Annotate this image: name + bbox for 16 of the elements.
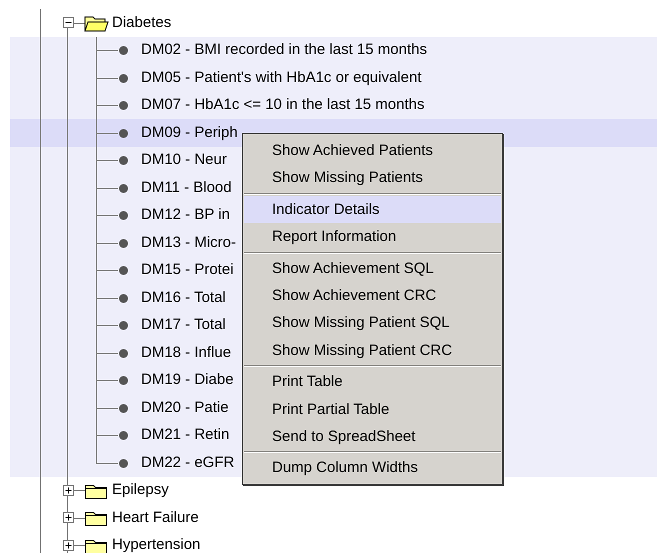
tree-item-label: DM20 - Patie xyxy=(141,398,229,418)
tree-item-label: DM19 - Diabe xyxy=(141,370,234,390)
tree-item-label: DM16 - Total xyxy=(141,288,226,308)
tree-item-label: DM07 - HbA1c <= 10 in the last 15 months xyxy=(141,95,424,115)
tree-item-label: DM12 - BP in xyxy=(141,205,230,225)
tree-item-label: DM13 - Micro- xyxy=(141,232,236,252)
tree-item-label: DM15 - Protei xyxy=(141,260,234,280)
tree-item-label: DM18 - Influe xyxy=(141,342,232,362)
tree-item-label: DM11 - Blood xyxy=(141,178,232,198)
tree-item-label: DM09 - Periph xyxy=(141,122,238,142)
tree-item-label: DM05 - Patient's with HbA1c or equivalent xyxy=(141,68,422,88)
tree-item-label: DM17 - Total xyxy=(141,315,226,335)
tree-item-label: DM10 - Neur xyxy=(141,150,227,170)
tree-item-label: DM22 - eGFR xyxy=(141,452,234,472)
tree-item-label: DM02 - BMI recorded in the last 15 months xyxy=(141,40,427,60)
tree-item-label: DM21 - Retin xyxy=(141,425,230,445)
